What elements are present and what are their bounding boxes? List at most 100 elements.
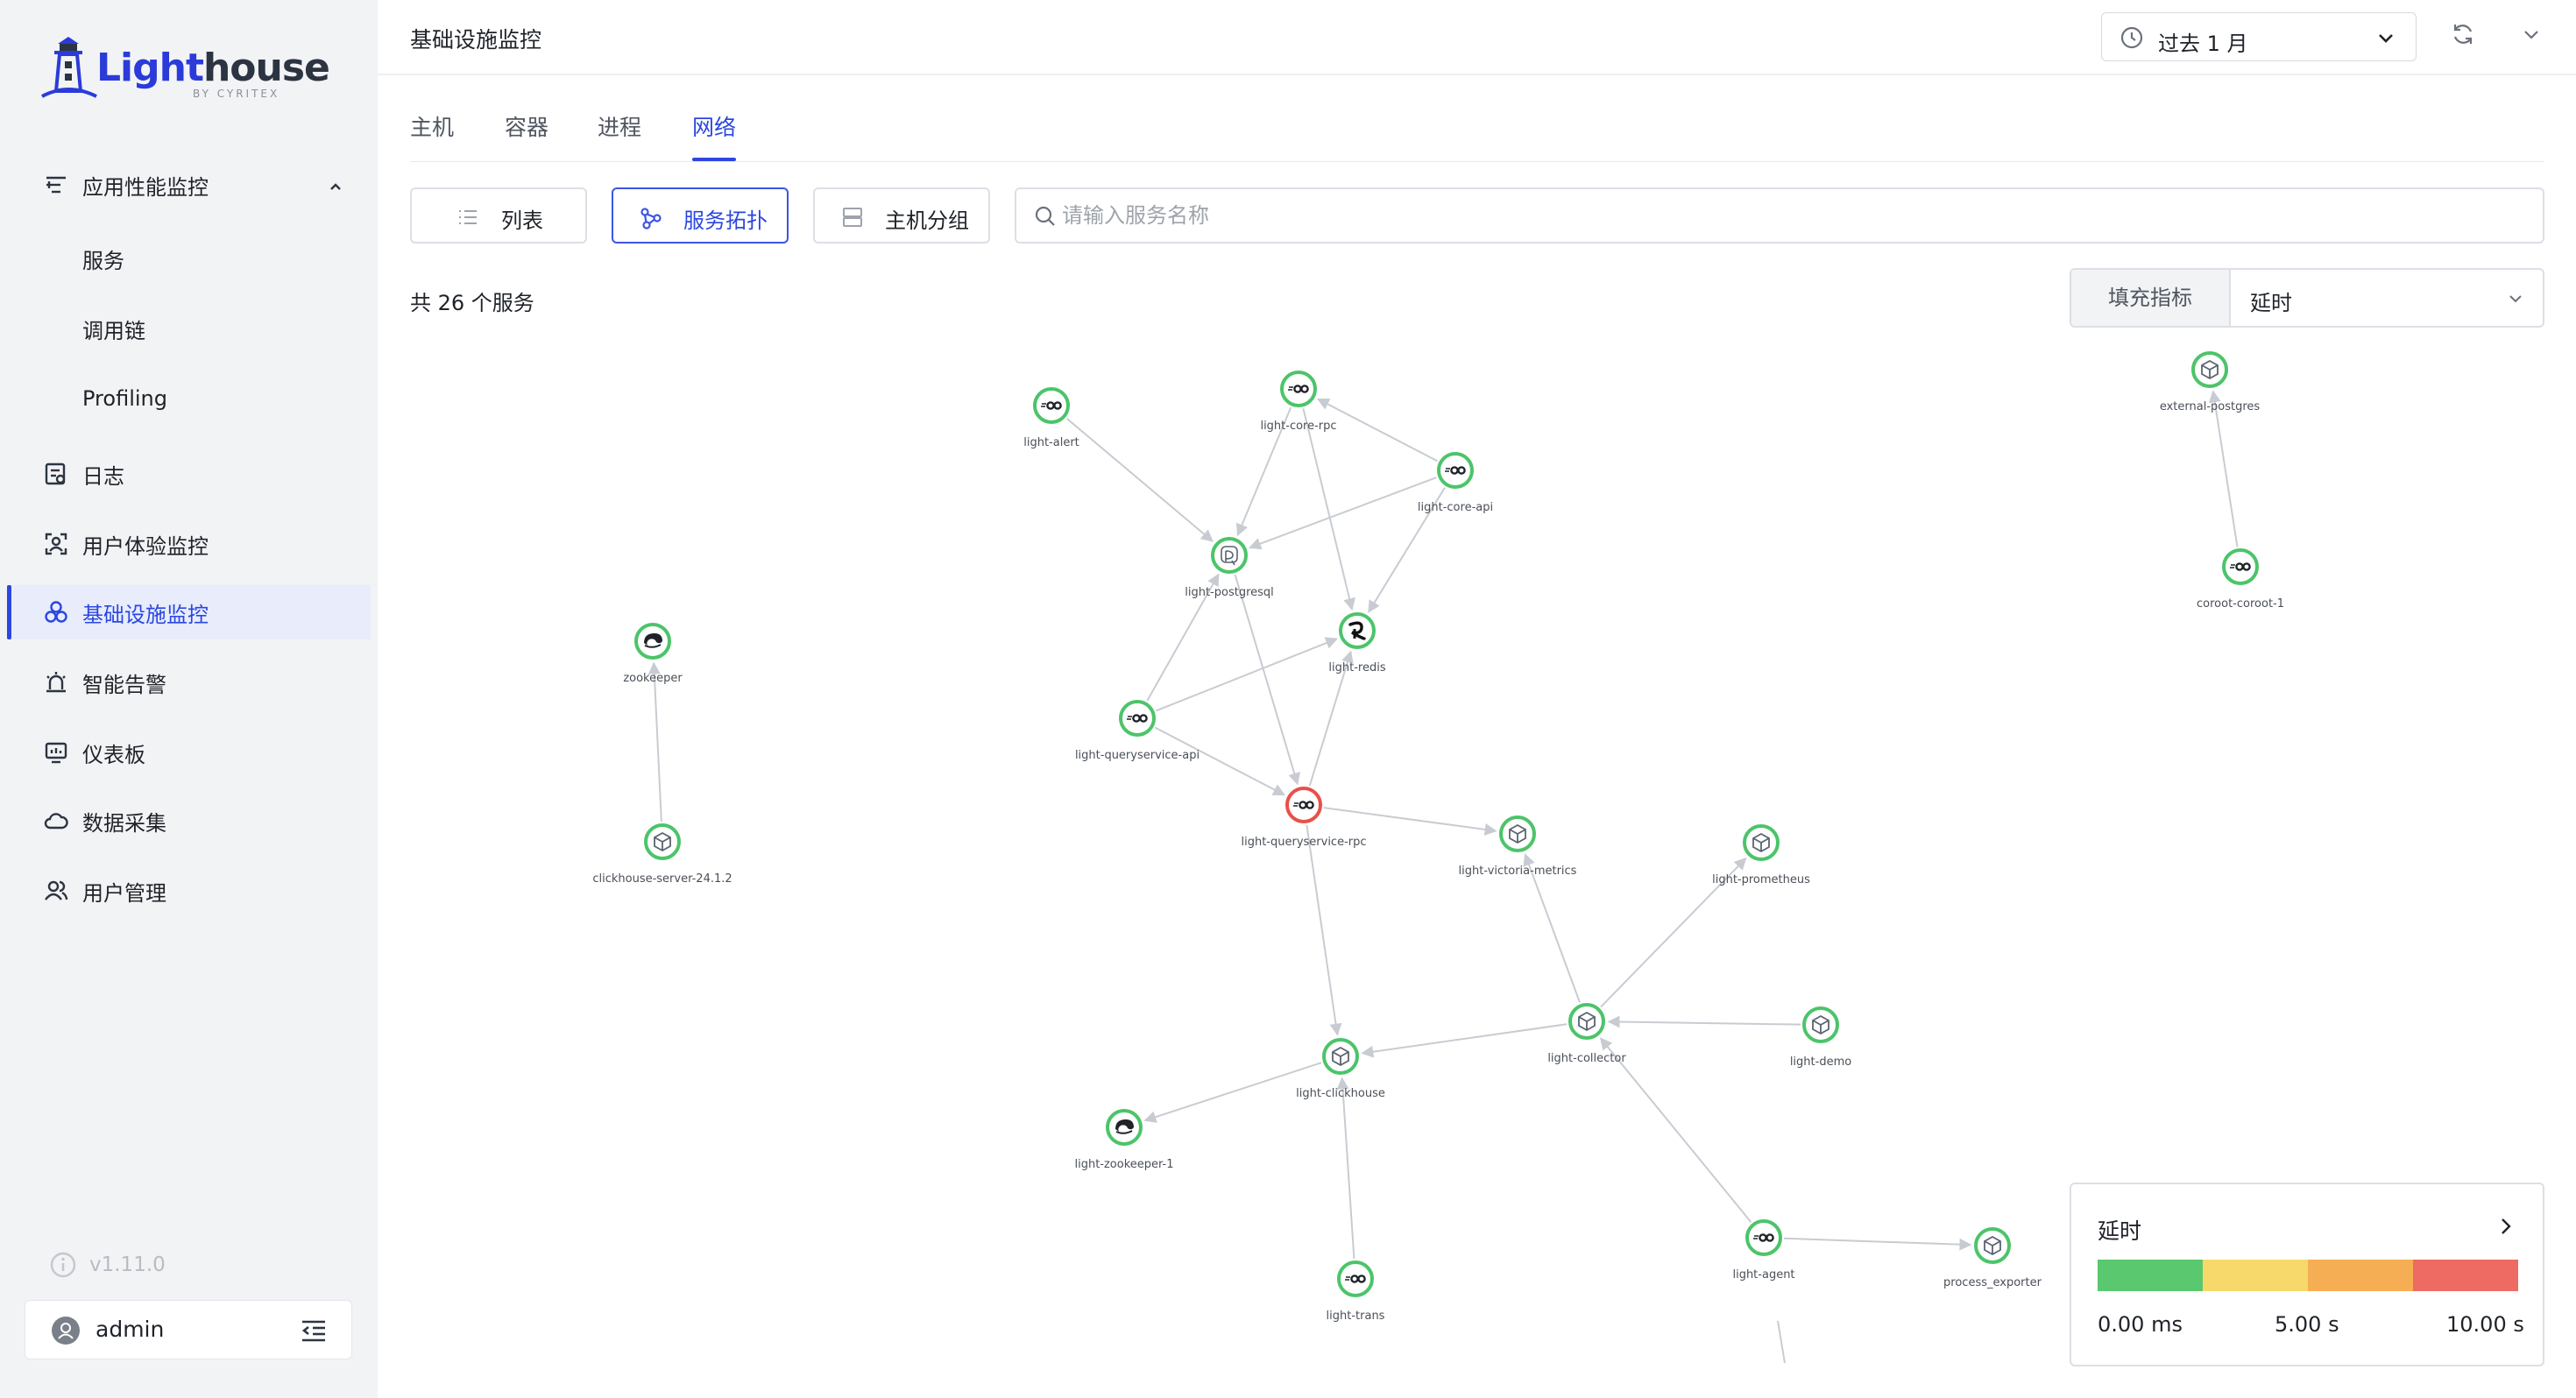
refresh-options-chevron-icon[interactable]	[2518, 21, 2544, 51]
service-node-label: light-demo	[1790, 1056, 1851, 1069]
topology-view-button[interactable]: 服务拓扑	[612, 187, 789, 244]
graph-edge	[1336, 1077, 1355, 1260]
nav-apm-label: 应用性能监控	[82, 174, 209, 200]
service-node-label: coroot-coroot-1	[2197, 597, 2284, 611]
service-node-label: clickhouse-server-24.1.2	[592, 872, 732, 886]
tab-process[interactable]: 进程	[598, 110, 641, 163]
nav-logs[interactable]: 日志	[7, 447, 371, 501]
brand-byline: by CYRITEX	[193, 88, 280, 100]
service-node-label: light-zookeeper-1	[1074, 1158, 1173, 1171]
nav-profiling[interactable]: Profiling	[7, 371, 371, 426]
tab-network[interactable]: 网络	[692, 110, 737, 163]
latency-legend: 延时 0.00 ms 5.00 s 10.00 s	[2070, 1183, 2544, 1366]
legend-tick-min: 0.00 ms	[2098, 1312, 2183, 1337]
brand-name: Lighthouse	[96, 46, 330, 90]
legend-color-scale	[2098, 1260, 2518, 1291]
service-node-coroot-coroot-1[interactable]: coroot-coroot-1	[2197, 548, 2284, 611]
graph-edge	[1783, 1237, 1972, 1251]
graph-edge	[1143, 1062, 1322, 1123]
nav-infra[interactable]: 基础设施监控	[7, 585, 371, 639]
graph-edge	[1249, 477, 1437, 550]
nav-logs-label: 日志	[82, 463, 124, 489]
chevron-right-icon[interactable]	[2495, 1216, 2516, 1240]
legend-tick-max: 10.00 s	[2446, 1312, 2524, 1337]
time-range-picker[interactable]: 过去 1 月	[2101, 12, 2417, 61]
service-node-light-trans[interactable]: light-trans	[1327, 1260, 1385, 1323]
service-node-label: light-agent	[1732, 1268, 1794, 1282]
user-menu[interactable]: admin	[25, 1300, 352, 1359]
user-scan-icon	[42, 530, 70, 558]
service-node-label: light-clickhouse	[1296, 1087, 1385, 1100]
service-node-light-victoria-metrics[interactable]: light-victoria-metrics	[1459, 816, 1577, 878]
nav-infra-label: 基础设施监控	[82, 602, 209, 627]
redis-icon	[1346, 619, 1369, 642]
service-search-input[interactable]	[1062, 198, 2516, 233]
nav-alerts[interactable]: 智能告警	[7, 655, 371, 710]
list-view-button[interactable]: 列表	[410, 187, 587, 244]
service-node-label: light-core-api	[1418, 501, 1493, 514]
list-icon	[457, 207, 478, 233]
lighthouse-logo[interactable]: Lighthouse by CYRITEX	[39, 33, 330, 103]
dashboard-icon	[42, 738, 70, 766]
user-name: admin	[96, 1317, 165, 1342]
service-node-ring	[1211, 537, 1248, 574]
service-node-light-clickhouse[interactable]: light-clickhouse	[1296, 1038, 1385, 1100]
legend-color-red	[2413, 1260, 2518, 1291]
host-group-view-button[interactable]: 主机分组	[813, 187, 990, 244]
graph-edge	[1361, 1023, 1568, 1058]
time-range-label: 过去 1 月	[2158, 32, 2248, 56]
nav-rum[interactable]: 用户体验监控	[7, 517, 371, 571]
tab-container[interactable]: 容器	[505, 110, 548, 163]
collapse-sidebar-icon[interactable]	[301, 1318, 327, 1346]
service-node-light-core-api[interactable]: light-core-api	[1418, 452, 1493, 514]
fill-metric-value: 延时	[2250, 291, 2292, 315]
service-node-label: light-queryservice-rpc	[1241, 836, 1366, 849]
service-node-label: light-core-rpc	[1260, 420, 1336, 433]
service-node-light-zookeeper-1[interactable]: light-zookeeper-1	[1074, 1109, 1174, 1171]
service-node-light-prometheus[interactable]: light-prometheus	[1712, 824, 1810, 886]
service-node-zookeeper[interactable]: zookeeper	[623, 623, 683, 685]
service-node-ring	[634, 623, 671, 660]
service-node-ring	[2222, 548, 2259, 585]
search-icon	[1034, 205, 1057, 231]
tab-divider	[410, 161, 2544, 162]
service-node-light-alert[interactable]: light-alert	[1023, 387, 1079, 449]
graph-edge	[648, 661, 662, 823]
service-node-label: light-trans	[1327, 1310, 1385, 1323]
service-node-process_exporter[interactable]: process_exporter	[1943, 1227, 2042, 1289]
nav-apm[interactable]: 应用性能监控	[7, 158, 371, 212]
legend-color-yellow	[2203, 1260, 2308, 1291]
service-node-light-demo[interactable]: light-demo	[1790, 1006, 1851, 1069]
tab-host[interactable]: 主机	[410, 110, 454, 163]
graph-edge	[1234, 574, 1300, 786]
nav-traces-label: 调用链	[82, 318, 145, 343]
service-node-light-agent[interactable]: light-agent	[1732, 1219, 1795, 1282]
service-node-label: light-prometheus	[1712, 873, 1810, 886]
nav-traces[interactable]: 调用链	[7, 301, 371, 356]
chevron-up-icon[interactable]	[327, 176, 344, 201]
nav-users[interactable]: 用户管理	[7, 864, 371, 918]
service-node-label: zookeeper	[623, 672, 683, 685]
nav-users-label: 用户管理	[82, 880, 166, 906]
service-node-light-collector[interactable]: light-collector	[1547, 1003, 1626, 1065]
clock-icon	[2120, 25, 2144, 53]
graph-edge	[2208, 390, 2239, 547]
service-search-box[interactable]	[1015, 187, 2544, 244]
nav-services[interactable]: 服务	[7, 231, 371, 286]
service-node-clickhouse-server-24.1.2[interactable]: clickhouse-server-24.1.2	[592, 823, 732, 886]
service-node-light-redis[interactable]: light-redis	[1328, 612, 1386, 674]
service-node-light-queryservice-rpc[interactable]: light-queryservice-rpc	[1241, 787, 1367, 849]
page-title: 基础设施监控	[410, 27, 542, 53]
service-node-label: light-redis	[1328, 661, 1385, 674]
avatar[interactable]	[52, 1317, 80, 1345]
service-node-light-postgresql[interactable]: light-postgresql	[1185, 537, 1274, 599]
nav-collect[interactable]: 数据采集	[7, 794, 371, 848]
refresh-icon[interactable]	[2450, 21, 2476, 51]
info-icon	[50, 1252, 76, 1278]
legend-color-green	[2098, 1260, 2203, 1291]
service-node-light-queryservice-api[interactable]: light-queryservice-api	[1075, 700, 1200, 762]
version-text: v1.11.0	[89, 1253, 166, 1276]
nav-dashboards[interactable]: 仪表板	[7, 725, 371, 780]
service-node-external-postgres[interactable]: external-postgres	[2160, 351, 2261, 413]
legend-tick-mid: 5.00 s	[2275, 1312, 2339, 1337]
